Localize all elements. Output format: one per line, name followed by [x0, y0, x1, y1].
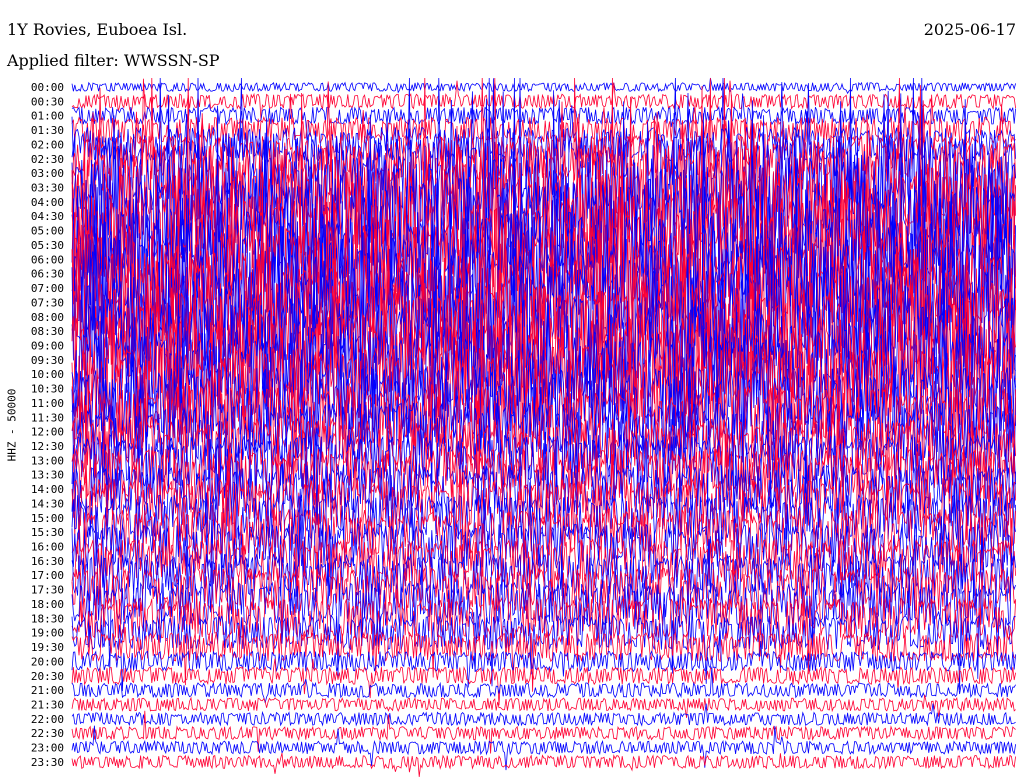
time-label-10: 05:00	[31, 225, 64, 238]
time-label-35: 17:30	[31, 584, 64, 597]
time-label-29: 14:30	[31, 497, 64, 510]
time-label-19: 09:30	[31, 354, 64, 367]
time-label-7: 03:30	[31, 182, 64, 195]
time-label-0: 00:00	[31, 81, 64, 94]
time-label-3: 01:30	[31, 124, 64, 137]
trace-row-46	[71, 725, 1016, 771]
time-label-45: 22:30	[31, 727, 64, 740]
time-label-24: 12:00	[31, 426, 64, 439]
time-label-23: 11:30	[31, 411, 64, 424]
helicorder-plot: 00:0000:30 01:0001:3002:00 02:3003:00 03:30…	[31, 77, 1016, 777]
time-label-1: 00:30	[31, 95, 64, 108]
time-label-46: 23:00	[31, 742, 64, 755]
trace-row-43	[71, 694, 1016, 718]
trace-row-45	[71, 710, 1016, 754]
time-label-43: 21:30	[31, 698, 64, 711]
time-label-26: 13:00	[31, 454, 64, 467]
time-label-31: 15:30	[31, 526, 64, 539]
time-label-20: 10:00	[31, 368, 64, 381]
trace-row-42	[71, 666, 1016, 703]
time-label-44: 22:00	[31, 713, 64, 726]
time-label-9: 04:30	[31, 210, 64, 223]
seismic-traces	[71, 77, 1016, 777]
time-label-12: 06:00	[31, 253, 64, 266]
time-label-47: 23:30	[31, 756, 64, 769]
time-label-42: 21:00	[31, 684, 64, 697]
time-label-5: 02:30	[31, 153, 64, 166]
time-label-33: 16:30	[31, 555, 64, 568]
time-label-4: 02:00	[31, 138, 64, 151]
time-labels: 00:0000:30 01:0001:3002:00 02:3003:00 03:30…	[31, 81, 64, 769]
time-label-8: 04:00	[31, 196, 64, 209]
time-label-2: 01:00	[31, 110, 64, 123]
trace-row-0	[71, 77, 1016, 95]
time-label-21: 10:30	[31, 383, 64, 396]
time-label-27: 13:30	[31, 469, 64, 482]
time-label-6: 03:00	[31, 167, 64, 180]
time-label-36: 18:00	[31, 598, 64, 611]
time-label-14: 07:00	[31, 282, 64, 295]
trace-row-1	[71, 80, 1016, 121]
time-label-32: 16:00	[31, 541, 64, 554]
time-label-28: 14:00	[31, 483, 64, 496]
time-label-30: 15:00	[31, 512, 64, 525]
time-label-37: 18:30	[31, 612, 64, 625]
time-label-18: 09:00	[31, 339, 64, 352]
time-label-11: 05:30	[31, 239, 64, 252]
trace-row-47	[71, 752, 1016, 777]
time-label-41: 20:30	[31, 670, 64, 683]
time-label-17: 08:30	[31, 325, 64, 338]
time-label-40: 20:00	[31, 655, 64, 668]
time-label-15: 07:30	[31, 296, 64, 309]
time-label-22: 11:00	[31, 397, 64, 410]
time-label-16: 08:00	[31, 311, 64, 324]
time-label-25: 12:30	[31, 440, 64, 453]
time-label-39: 19:30	[31, 641, 64, 654]
time-label-34: 17:00	[31, 569, 64, 582]
time-label-13: 06:30	[31, 268, 64, 281]
time-label-38: 19:00	[31, 627, 64, 640]
